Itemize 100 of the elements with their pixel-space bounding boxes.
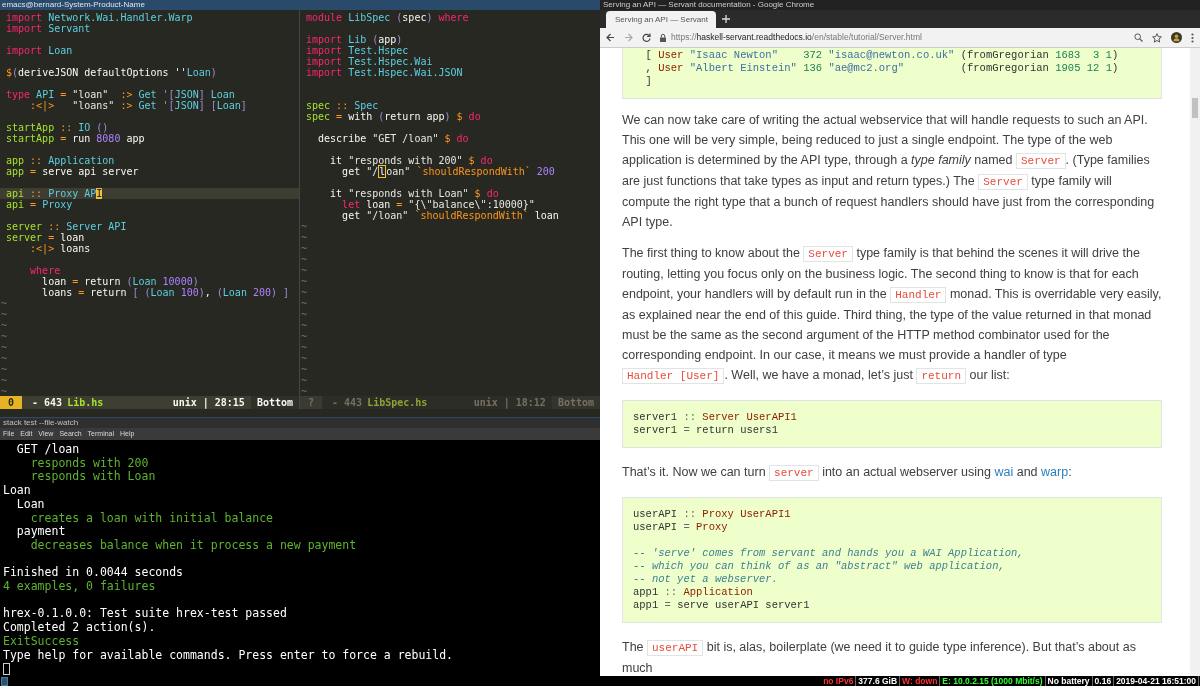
code-line: import Network.Wai.Handler.Warp <box>5 12 194 23</box>
code-line: import Test.Hspec.Wai <box>305 56 433 67</box>
code-line: server = loan <box>5 232 86 243</box>
empty-line-marker: ~ <box>1 342 8 353</box>
empty-line-marker: ~ <box>301 342 308 353</box>
code-line: it "responds with 200" $ do <box>329 155 493 166</box>
paragraph: We can now take care of writing the actual webservice that will handle requests to such an API. This one will be very simple, being reduced to just a single endpoint. The type of the web application is determined by the API type, through a type family named Server . (Type families are just functions that take types as input and return types.) The Server type family will compute the right type that a bunch of request handlers should have just from the corresponding API type. <box>622 112 1156 231</box>
code-line: [ User "Isaac Newton" 372 "isaac@newton.co.uk" (fromGregorian 1683 3 1) <box>644 49 1120 62</box>
code-line: let loan = "{\"balance\":10000}" <box>341 199 536 210</box>
back-icon[interactable] <box>606 33 615 42</box>
code-line: :<|> loans <box>29 243 92 254</box>
file-name: LibSpec.hs <box>367 396 428 410</box>
tab-title: Serving an API — Servant <box>615 13 708 26</box>
paragraph: The first thing to know about the Server type family is that behind the scenes it will drive the routing, letting you focus only on the business logic. The second thing to know is that for each endpoint, your handlers will by default run in the Handler monad. This is overridable very easily, as explained near the end of this guide. Third thing, the type of the value returned in that monad must be the same as the second argument of the HTTP method combinator used for the corresponding endpoint. In our case, it means we must provide a handler of type Handler [User] . Well, we have a monad, let’s just return our list: <box>622 245 1162 386</box>
code-line: import Servant <box>5 23 91 34</box>
code-line: import Test.Hspec.Wai.JSON <box>305 67 464 78</box>
scroll-position: Bottom <box>551 396 600 409</box>
terminal-line: Loan <box>15 497 46 512</box>
code-line: type API = "loan" :> Get '[JSON] Loan <box>5 89 236 100</box>
code-line: module LibSpec (spec) where <box>305 12 470 23</box>
menu-icon[interactable] <box>1191 32 1194 43</box>
empty-line-marker: ~ <box>1 331 8 342</box>
empty-line-marker: ~ <box>1 386 8 396</box>
empty-line-marker: ~ <box>1 375 8 386</box>
encoding-position: unix | 28:15 <box>171 396 246 410</box>
scrollbar-thumb[interactable] <box>1192 98 1198 118</box>
status-item: E: 10.0.2.15 (1000 Mbit/s) <box>940 676 1046 686</box>
browser-tab[interactable]: Serving an API — Servant <box>606 11 716 28</box>
window-number-badge: 0 <box>0 396 23 409</box>
code-line: server :: Server API <box>5 221 128 232</box>
empty-line-marker: ~ <box>301 287 308 298</box>
code-line: :<|> "loans" :> Get '[JSON] [Loan] <box>29 100 248 111</box>
terminal-line: ExitSuccess <box>3 634 81 649</box>
terminal-line: Type help for available commands. Press enter to force a rebuild. <box>3 648 455 663</box>
code-line: ] <box>644 75 653 88</box>
terminal-line: Loan <box>3 484 32 498</box>
empty-line-marker: ~ <box>1 364 8 375</box>
status-item: No battery <box>1045 676 1093 686</box>
window-number-badge: ? <box>300 396 323 409</box>
code-line: describe "GET /loan" $ do <box>317 133 470 144</box>
code-line: $(deriveJSON defaultOptions ''Loan) <box>5 67 218 78</box>
link[interactable]: wai <box>994 465 1014 479</box>
terminal-line: Finished in 0.0044 seconds <box>3 566 184 580</box>
code-line: app = serve api server <box>5 166 140 177</box>
empty-line-marker: ~ <box>1 320 8 331</box>
terminal-line: decreases balance when it process a new payment <box>30 538 358 553</box>
zoom-icon[interactable] <box>1134 33 1143 42</box>
code-line: server1 = return users1 <box>633 424 779 437</box>
code-line: api = Proxy <box>5 199 74 210</box>
text-cursor <box>3 663 10 676</box>
file-name: Lib.hs <box>67 396 104 410</box>
code-line: -- 'serve' comes from servant and hands you a WAI Application, <box>633 547 1025 560</box>
code-line: server1 :: Server UserAPI1 <box>633 411 798 424</box>
reload-icon[interactable] <box>642 33 651 42</box>
buffer-size: - 643 <box>32 396 63 410</box>
code-line: startApp = run 8080 app <box>5 133 146 144</box>
workspace-button[interactable] <box>1 676 8 686</box>
empty-line-marker: ~ <box>301 265 308 276</box>
code-line: spec = with (return app) $ do <box>305 111 482 122</box>
window-title-bar: stack test --file-watch <box>0 418 600 428</box>
code-line: -- not yet a webserver. <box>633 573 779 586</box>
paragraph: That’s it. Now we can turn server into an actual webserver using wai and warp: <box>622 464 1073 483</box>
empty-line-marker: ~ <box>301 364 308 375</box>
status-item: no IPv6 <box>821 676 857 686</box>
status-item: 377.6 GiB <box>856 676 901 686</box>
status-item: 2019-04-21 16:51:00 <box>1114 676 1199 686</box>
code-line: userAPI = Proxy <box>633 521 729 534</box>
buffer-size: - 443 <box>332 396 363 410</box>
empty-line-marker: ~ <box>1 298 8 309</box>
window-title-bar: Serving an API — Servant documentation - Google Chrome <box>600 0 1200 10</box>
empty-line-marker: ~ <box>301 353 308 364</box>
new-tab-icon[interactable] <box>722 15 730 23</box>
code-line: startApp :: IO () <box>5 122 109 133</box>
empty-line-marker: ~ <box>301 320 308 331</box>
code-line: loan = return (Loan 10000) <box>41 276 200 287</box>
encoding-position: unix | 18:12 <box>472 396 547 410</box>
code-line: where <box>29 265 62 276</box>
window-title-bar: emacs@bernard-System-Product-Name <box>0 0 600 10</box>
scroll-position: Bottom <box>250 396 299 409</box>
code-line: app1 = serve userAPI server1 <box>633 599 811 612</box>
code-line: userAPI :: Proxy UserAPI1 <box>633 508 792 521</box>
terminal-line: Completed 2 action(s). <box>3 621 157 635</box>
code-line: loans = return [ (Loan 100), (Loan 200) ] <box>41 287 291 298</box>
star-icon[interactable] <box>1152 32 1162 43</box>
empty-line-marker: ~ <box>1 353 8 364</box>
code-line: spec :: Spec <box>305 100 380 111</box>
terminal-line: responds with 200 <box>29 456 150 471</box>
empty-line-marker: ~ <box>301 232 308 243</box>
empty-line-marker: ~ <box>1 309 8 320</box>
code-line: import Loan <box>5 45 74 56</box>
code-line: it "responds with Loan" $ do <box>329 188 499 199</box>
terminal-line: GET /loan <box>15 443 81 457</box>
code-line: import Test.Hspec <box>305 45 409 56</box>
terminal-line: 4 examples, 0 failures <box>3 580 157 594</box>
status-item: 0.16 <box>1092 676 1115 686</box>
code-line: import Lib (app) <box>305 34 403 45</box>
avatar-icon[interactable] <box>1171 32 1182 43</box>
code-line: , User "Albert Einstein" 136 "ae@mc2.org" (fromGregorian 1905 12 1) <box>644 62 1120 75</box>
empty-line-marker: ~ <box>301 298 308 309</box>
terminal-line: responds with Loan <box>30 470 157 485</box>
